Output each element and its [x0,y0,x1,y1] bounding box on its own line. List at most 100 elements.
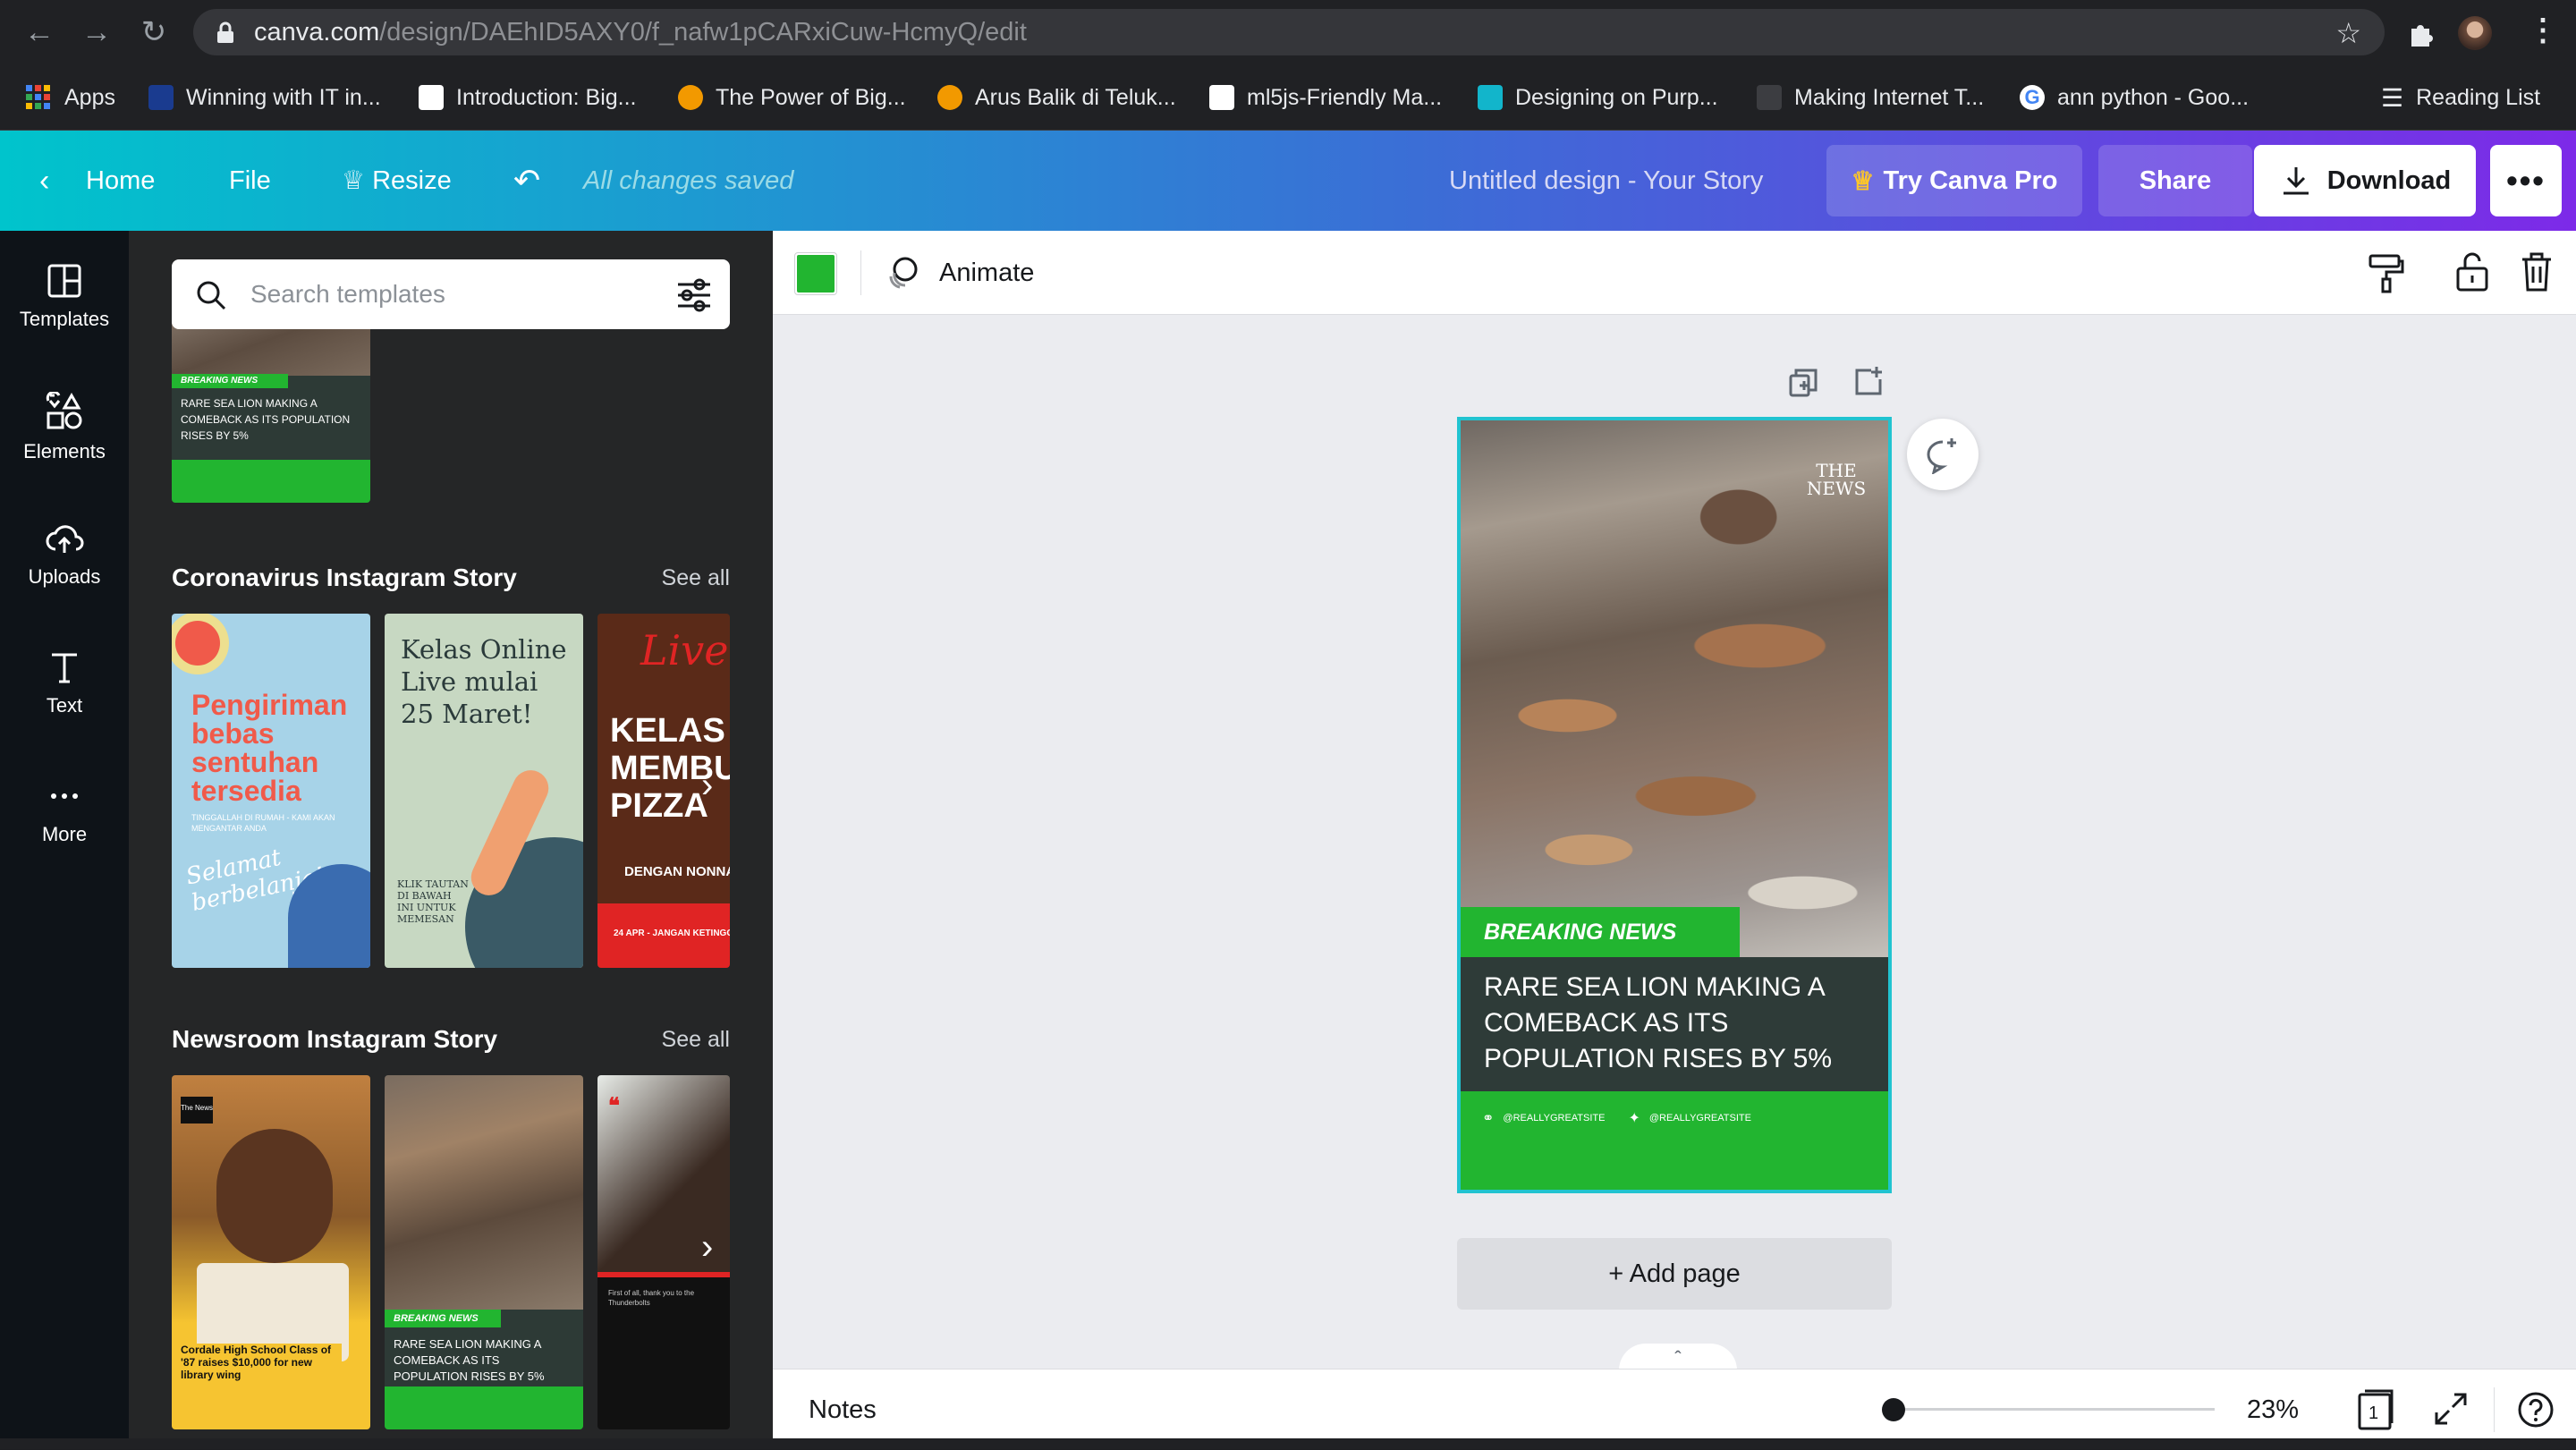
undo-icon[interactable]: ↶ [513,131,540,231]
apps-grid-icon [26,85,50,109]
bookmark-item[interactable]: ml5js-Friendly Ma... [1209,64,1442,131]
design-page[interactable]: THE NEWS BREAKING NEWS RARE SEA LION MAK… [1457,417,1892,1193]
side-rail: Templates Elements Uploads Text More [0,231,129,1449]
puzzle-icon[interactable] [2406,20,2435,48]
back-arrow-icon[interactable]: ← [23,16,55,48]
bookmark-item[interactable]: Gann python - Goo... [2020,64,2249,131]
social-handles[interactable]: ⚭ @REALLYGREATSITE ✦ @REALLYGREATSITE [1482,1109,1751,1127]
bookmarks-bar: Apps Winning with IT in... Introduction:… [0,64,2576,131]
fullscreen-icon[interactable] [2433,1391,2469,1427]
lock-icon[interactable] [2454,250,2490,293]
website-handle: @REALLYGREATSITE [1503,1113,1606,1124]
color-swatch[interactable] [794,252,837,295]
duplicate-page-icon[interactable] [1787,367,1819,399]
bookmark-item[interactable]: Designing on Purp... [1478,64,1718,131]
forward-arrow-icon[interactable]: → [80,16,113,48]
browser-toolbar: ← → ↻ canva.com/design/DAEhID5AXY0/f_naf… [0,0,2576,64]
try-canva-pro-button[interactable]: ♕ Try Canva Pro [1826,145,2082,216]
more-options-button[interactable]: ••• [2490,145,2562,216]
thumb-tag: BREAKING NEWS [172,374,288,388]
template-thumbnail[interactable]: Kelas Online Live mulai 25 Maret! KLIK T… [385,614,583,968]
divider [597,1272,730,1277]
thumb-footer [385,1386,583,1429]
rail-more[interactable]: More [0,759,129,887]
design-title[interactable]: Untitled design - Your Story [1449,131,1763,231]
template-thumbnail[interactable]: Pengiriman bebas sentuhan tersedia TINGG… [172,614,370,968]
chrome-menu-icon[interactable]: ⋮ [2528,13,2558,48]
editor-header: ‹ Home File ♕ Resize ↶ All changes saved… [0,131,2576,231]
bookmark-favicon [937,85,962,110]
paint-format-icon[interactable] [2367,252,2406,293]
filter-icon[interactable] [676,277,712,313]
templates-icon [47,264,81,298]
google-icon: G [2020,85,2045,110]
add-page-button[interactable]: + Add page [1457,1238,1892,1310]
star-icon[interactable]: ☆ [2335,16,2361,50]
bookmark-item[interactable]: Winning with IT in... [148,64,381,131]
animate-button[interactable]: Animate [884,231,1034,315]
news-brand-logo: THE NEWS [1806,460,1867,499]
section-title: Newsroom Instagram Story [172,1025,498,1053]
breaking-news-tag[interactable]: BREAKING NEWS [1461,907,1740,957]
chevron-left-icon[interactable]: ‹ [39,131,49,231]
home-button[interactable]: Home [86,131,155,231]
divider [2494,1387,2495,1432]
zoom-slider-track[interactable] [1893,1408,2215,1411]
see-all-link[interactable]: See all [662,1027,730,1053]
expand-pages-button[interactable]: ˆ [1619,1344,1737,1370]
bookmark-favicon [419,85,444,110]
search-templates-input[interactable]: Search templates [172,259,730,329]
lock-icon [217,21,233,43]
thumb-headline: Kelas Online Live mulai 25 Maret! [401,634,567,729]
bookmark-item[interactable]: Making Internet T... [1757,64,1984,131]
help-icon[interactable] [2517,1391,2555,1429]
save-status: All changes saved [583,166,794,195]
bookmark-apps[interactable]: Apps [25,64,115,131]
child-photo [216,1129,333,1263]
address-bar[interactable]: canva.com/design/DAEhID5AXY0/f_nafw1pCAR… [193,9,2385,55]
thumb-subtext: TINGGALLAH DI RUMAH - KAMI AKAN MENGANTA… [191,813,335,833]
add-page-icon[interactable] [1852,365,1884,397]
twitter-handle: @REALLYGREATSITE [1648,1113,1751,1124]
page-count: 1 [2368,1403,2379,1423]
bookmark-label: ml5js-Friendly Ma... [1247,84,1443,110]
zoom-slider-handle[interactable] [1882,1398,1905,1421]
thumb-tag: BREAKING NEWS [385,1310,501,1327]
thumb-caption: Cordale High School Class of '87 raises … [181,1344,342,1381]
bookmark-item[interactable]: The Power of Big... [678,64,906,131]
bookmark-item[interactable]: Arus Balik di Teluk... [937,64,1176,131]
file-menu-button[interactable]: File [229,131,271,231]
text-icon [52,653,77,683]
rail-uploads[interactable]: Uploads [0,501,129,630]
see-all-link[interactable]: See all [662,565,730,591]
bookmark-label: Arus Balik di Teluk... [975,84,1176,110]
chevron-right-icon[interactable]: › [701,1227,713,1268]
reading-list[interactable]: ☰ Reading List [2381,64,2540,131]
rail-templates[interactable]: Templates [0,243,129,372]
context-toolbar: Animate [773,231,2576,315]
page-count-button[interactable]: 1 [2356,1387,2395,1432]
chevron-right-icon[interactable]: › [701,766,713,806]
rail-label: Elements [23,440,106,462]
bookmark-favicon [1757,85,1782,110]
profile-avatar[interactable] [2458,16,2492,50]
headline-text[interactable]: RARE SEA LION MAKING A COMEBACK AS ITS P… [1484,970,1868,1077]
download-button[interactable]: Download [2254,145,2476,216]
rail-text[interactable]: Text [0,630,129,759]
elements-icon [46,392,82,429]
bookmark-item[interactable]: Introduction: Big... [419,64,637,131]
url-text[interactable]: canva.com/design/DAEhID5AXY0/f_nafw1pCAR… [254,9,1027,55]
bookmark-label: Apps [64,84,115,110]
animate-label: Animate [939,258,1035,287]
add-comment-button[interactable] [1907,419,1979,490]
share-button[interactable]: Share [2098,145,2252,216]
template-thumbnail[interactable]: BREAKING NEWS RARE SEA LION MAKING A COM… [385,1075,583,1429]
resize-button[interactable]: ♕ Resize [342,131,452,231]
reload-icon[interactable]: ↻ [138,16,170,48]
thumb-subtext: KLIK TAUTAN DI BAWAH INI UNTUK MEMESAN [397,878,469,925]
rail-elements[interactable]: Elements [0,372,129,501]
template-thumbnail[interactable]: BREAKING NEWS RARE SEA LION MAKING A COM… [172,302,370,503]
trash-icon[interactable] [2519,250,2555,293]
template-thumbnail[interactable]: The News Cordale High School Class of '8… [172,1075,370,1429]
more-icon [51,793,78,799]
